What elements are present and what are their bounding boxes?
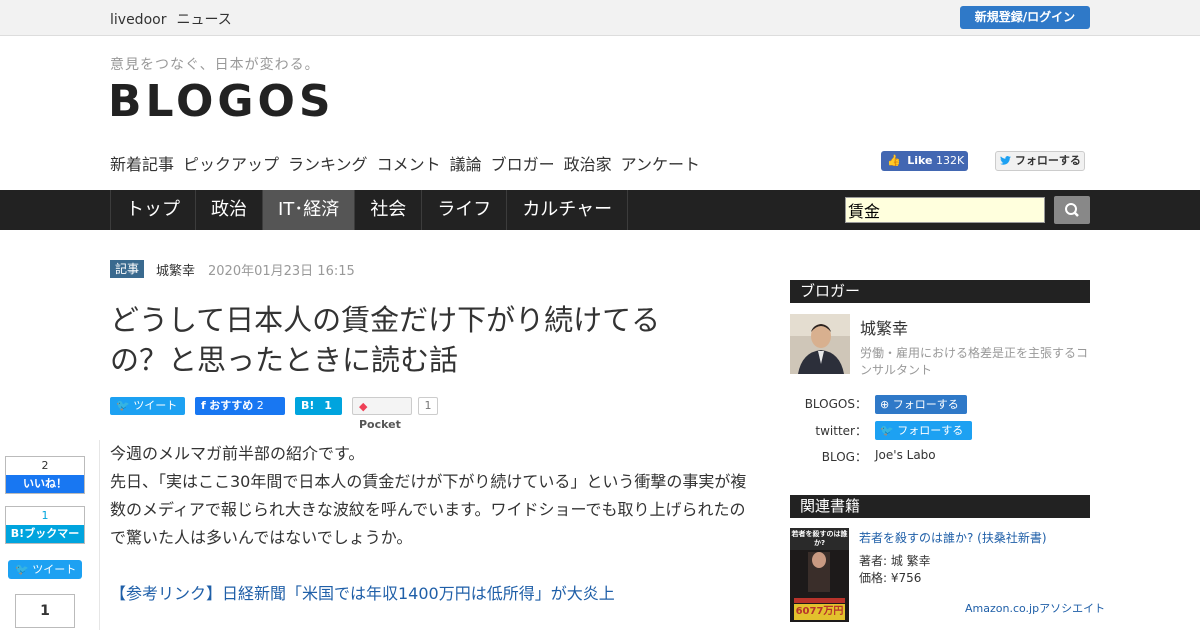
pocket-count: 1	[418, 397, 438, 415]
article-author[interactable]: 城繁幸	[156, 260, 195, 279]
facebook-icon: f	[201, 399, 206, 412]
plus-icon: ⊕	[880, 398, 890, 411]
related-books-heading: 関連書籍	[790, 495, 1090, 518]
tab-life[interactable]: ライフ	[422, 190, 508, 230]
subnav-bloggers[interactable]: ブロガー	[491, 155, 555, 174]
tweet-share-button[interactable]: 🐦 ツイート	[110, 397, 185, 415]
fb-like-count: 132K	[935, 154, 965, 167]
pocket-icon: ◆	[359, 400, 368, 413]
fb-like-label: Like	[907, 154, 933, 167]
brand-livedoor[interactable]: livedoor	[110, 12, 166, 28]
twitter-bird-icon: 🐦	[15, 563, 29, 576]
twitter-follow-button[interactable]: フォローする	[995, 151, 1085, 171]
livedoor-brand[interactable]: livedoor ニュース	[110, 9, 232, 29]
twitter-bird-icon: 🐦	[880, 424, 894, 437]
floating-like-widget[interactable]: 2 いいね！	[5, 456, 85, 494]
body-paragraph: 今週のメルマガ前半部の紹介です。	[110, 444, 365, 463]
facebook-recommend-button[interactable]: f おすすめ 2	[195, 397, 285, 415]
twitter-bird-icon	[1000, 156, 1011, 165]
amazon-associate-link[interactable]: Amazon.co.jpアソシエイト	[965, 600, 1105, 616]
floating-tweet-button[interactable]: 🐦 ツイート	[8, 560, 82, 579]
subnav-discussion[interactable]: 議論	[450, 155, 482, 174]
fb-recommend-count: 2	[256, 399, 264, 412]
blogos-follow-button[interactable]: ⊕ フォローする	[875, 395, 967, 414]
blog-link[interactable]: Joe's Labo	[875, 448, 936, 462]
book-price: 価格: ¥756	[859, 571, 922, 585]
blogger-description: 労働・雇用における格差是正を主張するコンサルタント	[860, 346, 1089, 377]
article-body: 今週のメルマガ前半部の紹介です。 先日、「実はここ30年間で日本人の賃金だけが下…	[110, 440, 755, 552]
thumbs-up-icon: 👍	[887, 154, 901, 167]
tab-it-economy[interactable]: IT･経済	[263, 190, 356, 230]
book-cover-title: 若者を殺すのは誰か?	[791, 530, 848, 547]
subnav-comments[interactable]: コメント	[377, 155, 441, 174]
article-date: 2020年01月23日 16:15	[208, 264, 355, 279]
subnav-politicians[interactable]: 政治家	[564, 155, 612, 174]
blogger-section-heading: ブロガー	[790, 280, 1090, 303]
site-tagline: 意見をつなぐ、日本が変わる。	[110, 57, 320, 73]
twitter-follow-label: フォローする	[1014, 154, 1081, 167]
book-cover-figure: 6077万円	[795, 606, 844, 617]
tweet-label: ツイート	[133, 399, 178, 412]
pocket-button[interactable]: ◆ Pocket	[352, 397, 412, 431]
subnav-new-articles[interactable]: 新着記事	[110, 155, 174, 174]
brand-news[interactable]: ニュース	[176, 12, 231, 28]
subnav-ranking[interactable]: ランキング	[288, 155, 368, 174]
sub-navigation: 新着記事 ピックアップ ランキング コメント 議論 ブロガー 政治家 アンケート	[110, 151, 709, 175]
top-bar: livedoor ニュース 新規登録/ログイン	[0, 0, 1200, 36]
floating-hatena-button[interactable]: B!ブックマーク	[6, 525, 84, 558]
tab-society[interactable]: 社会	[355, 190, 423, 230]
facebook-like-button[interactable]: 👍 Like 132K	[881, 151, 968, 171]
signup-login-button[interactable]: 新規登録/ログイン	[960, 6, 1090, 29]
blogos-follow-text: フォローする	[892, 398, 959, 411]
blogos-follow-label: BLOGOS：	[804, 397, 867, 411]
tab-culture[interactable]: カルチャー	[507, 190, 629, 230]
twitter-bird-icon: 🐦	[116, 399, 130, 412]
hatena-count: 1	[324, 399, 332, 412]
book-title-link[interactable]: 若者を殺すのは誰か? (扶桑社新書)	[859, 529, 1047, 546]
pocket-label: Pocket	[359, 418, 401, 431]
floating-pocket-count[interactable]: 1	[15, 594, 75, 628]
subnav-survey[interactable]: アンケート	[621, 155, 700, 174]
floating-hatena-widget[interactable]: 1 B!ブックマーク	[5, 506, 85, 558]
twitter-follow-text: フォローする	[897, 424, 964, 437]
hatena-icon: B!	[301, 399, 315, 412]
blogger-name[interactable]: 城繁幸	[860, 315, 908, 339]
book-author: 著者: 城 繁幸	[859, 554, 931, 568]
floating-share-divider	[99, 440, 100, 630]
body-paragraph: 先日、「実はここ30年間で日本人の賃金だけが下がり続けている」という衝撃の事実が…	[110, 472, 747, 547]
floating-like-button[interactable]: いいね！	[6, 475, 84, 493]
search-button[interactable]	[1054, 196, 1090, 224]
article-type-badge: 記事	[110, 260, 145, 278]
floating-like-count: 2	[41, 459, 49, 472]
site-logo[interactable]: BLOGOS	[108, 76, 335, 127]
floating-hatena-count: 1	[41, 509, 49, 522]
search-input[interactable]	[845, 197, 1045, 223]
tab-politics[interactable]: 政治	[196, 190, 263, 230]
search-icon	[1065, 203, 1079, 217]
book-cover-image[interactable]: 若者を殺すのは誰か? 6077万円	[790, 528, 849, 622]
floating-tweet-label: ツイート	[32, 563, 77, 576]
hatena-bookmark-button[interactable]: B! 1	[295, 397, 342, 415]
article-title: どうして日本人の賃金だけ下がり続けてるの？と思ったときに読む話	[110, 303, 661, 377]
subnav-pickup[interactable]: ピックアップ	[183, 155, 279, 174]
sidebar-twitter-follow-button[interactable]: 🐦 フォローする	[875, 421, 972, 440]
reference-link[interactable]: 【参考リンク】日経新聞「米国では年収1400万円は低所得」が大炎上	[110, 580, 615, 604]
blogger-avatar[interactable]	[790, 314, 850, 374]
blog-label: BLOG：	[821, 450, 867, 464]
tab-top[interactable]: トップ	[111, 190, 196, 230]
fb-recommend-label: おすすめ	[209, 399, 254, 412]
twitter-follow-label: twitter：	[815, 424, 867, 438]
